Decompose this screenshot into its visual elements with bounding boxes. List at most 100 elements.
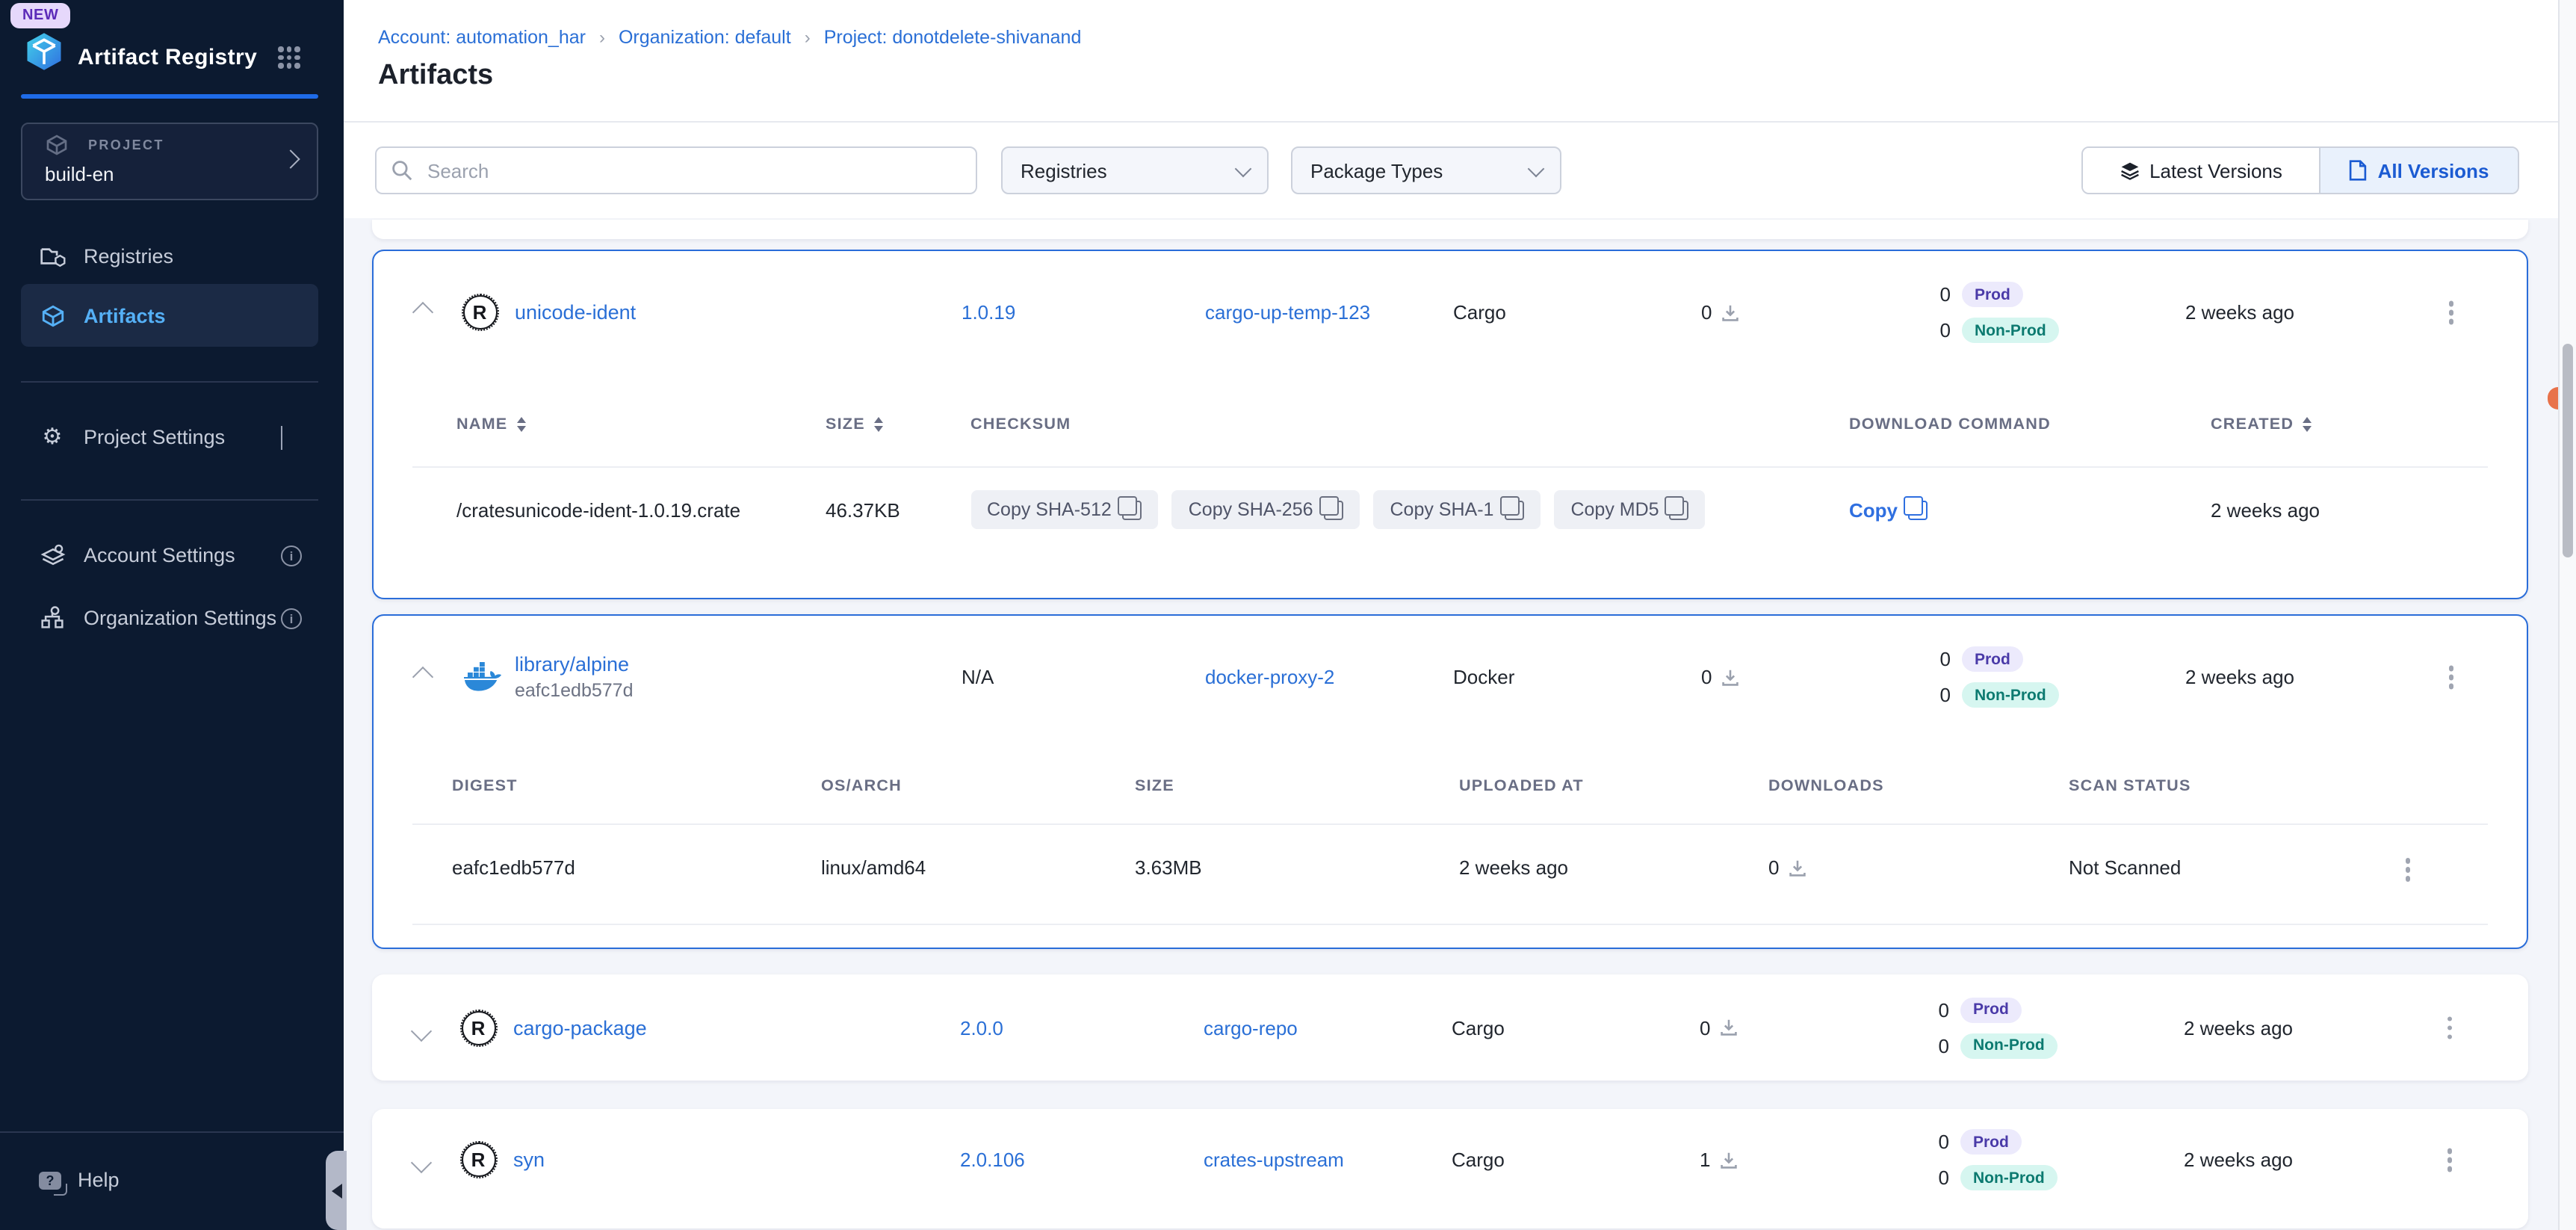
cargo-rust-icon: R [462,295,497,330]
registries-filter-label: Registries [1021,159,1107,182]
artifact-repository-link[interactable]: cargo-up-temp-123 [1205,301,1370,324]
project-selector[interactable]: PROJECT build-en [21,123,318,200]
search-input[interactable] [424,158,938,183]
artifact-repository-link[interactable]: cargo-repo [1204,1016,1298,1039]
collapse-chevron-icon[interactable] [412,302,433,323]
expand-chevron-icon[interactable] [410,1020,431,1041]
project-name: build-en [45,163,114,185]
sidebar-item-artifacts[interactable]: Artifacts [21,284,318,347]
app-switcher-icon[interactable] [278,46,302,70]
table-divider [412,924,2487,925]
breadcrumb-org-link[interactable]: Organization: default [619,27,791,48]
download-icon [1719,1019,1737,1036]
artifact-version-link[interactable]: 2.0.106 [960,1149,1025,1171]
table-divider [412,823,2487,825]
copy-sha512-button[interactable]: Copy SHA-512 [970,490,1158,529]
sidebar-item-organization-settings[interactable]: Organization Settings i [21,586,318,649]
scrollbar-thumb[interactable] [2562,344,2572,557]
collapse-left-icon [331,1183,341,1198]
artifact-row: R unicode-ident 1.0.19 cargo-up-temp-123… [373,251,2526,374]
sidebar: NEW Artifact Registry PROJECT build-en R… [0,0,344,1230]
copy-icon [1324,500,1343,519]
artifact-row: R cargo-package 2.0.0 cargo-repo Cargo 0… [371,974,2527,1081]
row-menu-button[interactable] [2441,1010,2458,1045]
download-icon [1788,859,1806,877]
copy-download-command-link[interactable]: Copy [1849,499,1928,522]
artifact-version-link[interactable]: 1.0.19 [962,301,1015,324]
all-versions-label: All Versions [2378,159,2489,182]
download-icon [1719,1151,1737,1169]
row-menu-button[interactable] [2442,295,2459,330]
package-type: Cargo [1452,1149,1505,1171]
breadcrumb-project-link[interactable]: Project: donotdelete-shivanand [824,27,1082,48]
copy-sha256-button[interactable]: Copy SHA-256 [1172,490,1360,529]
column-header-size: SIZE [1135,777,1174,795]
package-types-filter-dropdown[interactable]: Package Types [1291,146,1561,194]
column-header-digest: DIGEST [452,777,518,795]
sidebar-item-label: Project Settings [84,425,225,448]
artifact-repository-link[interactable]: docker-proxy-2 [1205,666,1334,688]
organization-hierarchy-icon [39,604,66,631]
sort-icon [516,418,525,432]
copy-sha1-button[interactable]: Copy SHA-1 [1374,490,1541,529]
page-header: Account: automation_har › Organization: … [344,0,2558,218]
column-header-created[interactable]: CREATED [2211,415,2312,433]
download-icon [1721,303,1739,321]
cargo-rust-icon: R [461,1010,495,1045]
help-label: Help [78,1169,120,1191]
nonprod-badge: Non-Prod [1961,682,2060,708]
chevron-right-icon [281,425,282,449]
artifact-card-cargo-package: R cargo-package 2.0.0 cargo-repo Cargo 0… [371,974,2527,1081]
artifact-name-link[interactable]: unicode-ident [515,301,636,324]
artifact-version: N/A [962,666,994,688]
partial-card [371,220,2527,238]
artifacts-list: R unicode-ident 1.0.19 cargo-up-temp-123… [344,218,2558,1230]
help-button[interactable]: ? Help [39,1169,120,1191]
sidebar-item-registries[interactable]: Registries [21,224,318,287]
registries-filter-dropdown[interactable]: Registries [1001,146,1269,194]
latest-versions-button[interactable]: Latest Versions [2083,148,2320,193]
copy-md5-button[interactable]: Copy MD5 [1554,490,1705,529]
column-header-name[interactable]: NAME [456,415,525,433]
column-header-checksum: CHECKSUM [970,415,1071,433]
digest-link[interactable]: eafc1edb577d [452,856,575,879]
expand-chevron-icon[interactable] [410,1152,431,1173]
column-header-download-command: DOWNLOAD COMMAND [1849,415,2051,433]
artifacts-cube-icon [39,302,66,329]
downloads-count: 0 [1700,1016,1737,1039]
title-bar: Account: automation_har › Organization: … [344,0,2558,123]
file-name: /cratesunicode-ident-1.0.19.crate [456,499,740,522]
downloads-count: 1 [1700,1149,1737,1171]
info-icon[interactable]: i [281,545,302,566]
info-icon[interactable]: i [281,608,302,628]
artifact-repository-link[interactable]: crates-upstream [1204,1149,1344,1171]
breadcrumb-separator: › [599,27,605,48]
breadcrumb-account-link[interactable]: Account: automation_har [378,27,586,48]
column-header-size[interactable]: SIZE [826,415,883,433]
chevron-down-icon [1235,160,1252,177]
artifact-version-link[interactable]: 2.0.0 [960,1016,1003,1039]
scan-status: Not Scanned [2069,856,2181,879]
sidebar-item-label: Account Settings [84,543,235,566]
artifact-registry-logo-icon [24,31,64,72]
package-type: Cargo [1452,1016,1505,1039]
scrollbar-track[interactable] [2557,0,2576,1230]
package-type: Docker [1453,666,1514,688]
column-header-uploaded-at: UPLOADED AT [1459,777,1584,795]
artifact-name-link[interactable]: syn [513,1149,545,1171]
artifact-name-link[interactable]: cargo-package [513,1016,647,1039]
all-versions-button[interactable]: All Versions [2320,148,2518,193]
project-chevron-icon [281,149,300,168]
sidebar-item-account-settings[interactable]: Account Settings i [21,523,318,586]
file-created: 2 weeks ago [2211,499,2320,522]
table-divider [412,466,2487,468]
artifact-name-link[interactable]: library/alpine [515,653,634,676]
sidebar-item-project-settings[interactable]: ⚙ Project Settings [21,405,318,468]
row-menu-button[interactable] [2442,660,2459,695]
sidebar-divider [0,1131,344,1133]
row-menu-button[interactable] [2399,852,2416,887]
collapse-chevron-icon[interactable] [412,667,433,687]
copy-icon [1670,500,1689,519]
sidebar-collapse-handle[interactable] [326,1151,347,1230]
row-menu-button[interactable] [2441,1143,2458,1178]
